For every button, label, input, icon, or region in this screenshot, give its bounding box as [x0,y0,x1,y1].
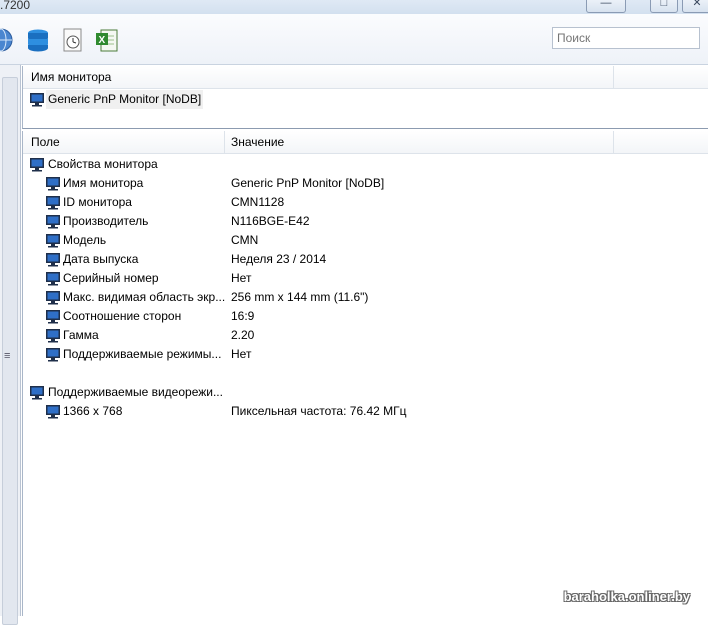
group-title: Свойства монитора [48,157,158,171]
property-value: CMN [231,233,259,247]
properties-header: Поле Значение [23,131,708,154]
column-separator[interactable] [224,131,225,153]
monitor-icon [46,253,60,267]
property-field: Гамма [63,328,99,342]
watermark: baraholka.onliner.by [563,589,690,604]
group-title: Поддерживаемые видеорежи... [48,385,223,399]
property-row[interactable]: Имя монитора Generic PnP Monitor [NoDB] [23,174,703,193]
property-row[interactable]: Макс. видимая область экр... 256 mm x 144… [23,288,703,307]
close-button[interactable]: ✕ [682,0,708,13]
maximize-button[interactable]: □ [650,0,678,13]
monitor-icon [46,215,60,229]
splitter-grip-icon[interactable]: ≡ [4,350,10,362]
search-input[interactable] [552,27,700,49]
property-field: Соотношение сторон [63,309,182,323]
monitor-icon [46,177,60,191]
column-header-field[interactable]: Поле [31,135,60,149]
property-value: 16:9 [231,309,255,323]
properties-pane: Поле Значение Свойства монитора Имя монит… [22,131,708,616]
property-row[interactable]: 1366 x 768 Пиксельная частота: 76.42 МГц [23,402,703,421]
property-field: Макс. видимая область экр... [63,290,226,304]
property-row[interactable]: Серийный номер Нет [23,269,703,288]
svg-text:X: X [99,35,106,46]
title-bar: .7200 — □ ✕ [0,0,708,14]
property-field: Имя монитора [63,176,144,190]
property-field: Производитель [63,214,149,228]
property-value: Неделя 23 / 2014 [231,252,327,266]
property-row[interactable]: Соотношение сторон 16:9 [23,307,703,326]
column-header-monitor-name[interactable]: Имя монитора [31,70,111,84]
property-row[interactable]: Модель CMN [23,231,703,250]
property-row[interactable]: Дата выпуска Неделя 23 / 2014 [23,250,703,269]
monitor-icon [30,158,44,172]
property-value: Нет [231,271,252,285]
property-value: Пиксельная частота: 76.42 МГц [231,404,407,418]
property-row[interactable]: Производитель N116BGE-E42 [23,212,703,231]
monitor-icon [46,310,60,324]
property-value: 256 mm x 144 mm (11.6") [231,290,369,304]
monitor-list-pane: Имя монитора Generic PnP Monitor [NoDB] [22,66,708,129]
property-field: Серийный номер [63,271,159,285]
property-field: Модель [63,233,107,247]
monitor-icon [46,272,60,286]
property-value: N116BGE-E42 [231,214,310,228]
property-row[interactable]: Поддерживаемые режимы... Нет [23,345,703,364]
column-separator[interactable] [613,66,614,88]
monitor-icon [30,386,44,400]
property-row[interactable]: Гамма 2.20 [23,326,703,345]
property-field: 1366 x 768 [63,404,123,418]
monitor-icon [46,405,60,419]
monitor-icon [46,291,60,305]
report-clock-icon[interactable] [60,27,86,53]
minimize-button[interactable]: — [586,0,626,13]
property-row[interactable]: ID монитора CMN1128 [23,193,703,212]
window-title: .7200 [0,0,31,12]
column-separator[interactable] [613,131,614,153]
globe-icon[interactable] [0,27,14,53]
toolbar: X [0,14,708,65]
property-value: Generic PnP Monitor [NoDB] [231,176,385,190]
database-icon[interactable] [25,27,51,53]
left-splitter[interactable]: ≡ [0,65,21,625]
monitor-icon [46,348,60,362]
monitor-icon [46,329,60,343]
monitor-icon [46,234,60,248]
monitor-list-item-label: Generic PnP Monitor [NoDB] [46,90,204,109]
monitor-list-header: Имя монитора [23,66,708,89]
property-value: Нет [231,347,252,361]
monitor-icon [46,196,60,210]
property-value: CMN1128 [231,195,285,209]
column-header-value[interactable]: Значение [231,135,284,149]
property-field: Поддерживаемые режимы... [63,347,222,361]
property-field: Дата выпуска [63,252,139,266]
excel-export-icon[interactable]: X [94,27,120,53]
property-value: 2.20 [231,328,255,342]
monitor-icon [30,93,44,107]
property-field: ID монитора [63,195,132,209]
